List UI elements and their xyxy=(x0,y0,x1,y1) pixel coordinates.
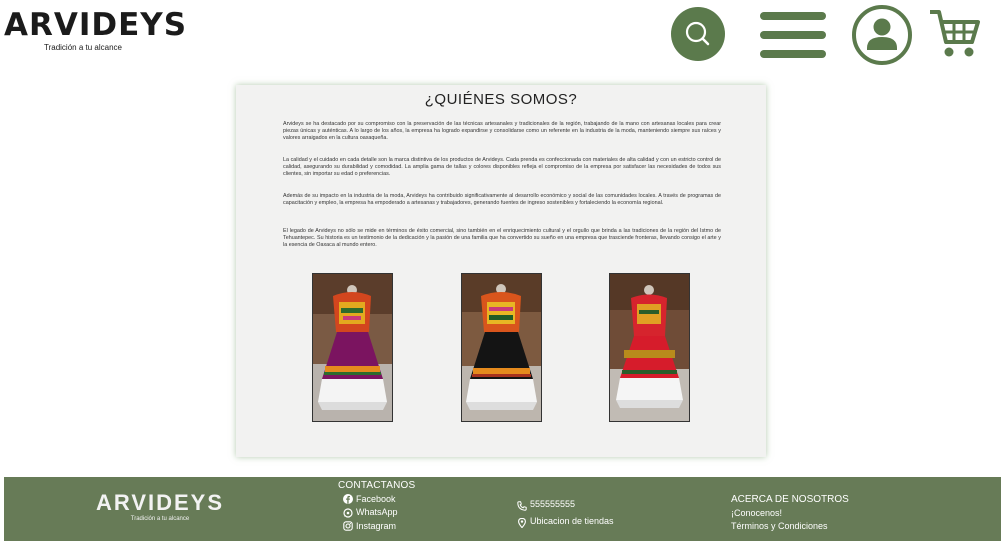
facebook-icon xyxy=(343,494,353,505)
site-header: ARVIDEYS Tradición a tu alcance xyxy=(0,0,1001,80)
whatsapp-link[interactable]: WhatsApp xyxy=(338,506,415,520)
dress-photo-purple xyxy=(312,273,393,422)
stores-link[interactable]: Ubicacion de tiendas xyxy=(512,513,614,530)
whatsapp-icon xyxy=(343,508,353,518)
footer-logo-text: ARVIDEYS xyxy=(95,490,225,515)
menu-icon[interactable] xyxy=(759,10,829,60)
facebook-link[interactable]: Facebook xyxy=(338,493,415,507)
contact-heading: CONTACTANOS xyxy=(338,480,416,491)
page-title: ¿QUIÉNES SOMOS? xyxy=(424,91,578,108)
stores-label: Ubicacion de tiendas xyxy=(530,516,614,526)
site-footer: ARVIDEYS Tradición a tu alcance CONTACTA… xyxy=(4,477,1001,541)
footer-logo-tagline: Tradición a tu alcance xyxy=(130,516,190,522)
user-icon[interactable] xyxy=(850,3,914,67)
about-heading: ACERCA DE NOSOTROS xyxy=(731,494,849,505)
logo-tagline: Tradición a tu alcance xyxy=(44,43,122,52)
footer-logo[interactable]: ARVIDEYS Tradición a tu alcance xyxy=(80,490,240,523)
phone-label: 555555555 xyxy=(530,499,576,509)
instagram-icon xyxy=(343,521,353,531)
about-paragraph: Arvideys se ha destacado por su compromi… xyxy=(283,121,721,142)
terms-link[interactable]: Términos y Condiciones xyxy=(731,520,849,534)
about-link[interactable]: ¡Conocenos! xyxy=(731,507,849,521)
footer-info: 555555555 Ubicacion de tiendas xyxy=(512,496,614,530)
about-paragraph: La calidad y el cuidado en cada detalle … xyxy=(283,157,721,178)
instagram-link[interactable]: Instagram xyxy=(338,520,415,534)
phone-link[interactable]: 555555555 xyxy=(512,496,614,513)
about-paragraph: El legado de Arvideys no sólo se mide en… xyxy=(283,228,721,249)
instagram-label: Instagram xyxy=(356,520,397,531)
facebook-label: Facebook xyxy=(356,493,396,504)
logo-text: ARVIDEYS xyxy=(4,7,188,43)
dress-photo-red xyxy=(609,273,690,422)
site-logo[interactable]: ARVIDEYS Tradición a tu alcance xyxy=(4,7,188,52)
phone-icon xyxy=(517,500,527,511)
footer-about: ACERCA DE NOSOTROS ¡Conocenos! Términos … xyxy=(731,493,849,534)
location-pin-icon xyxy=(517,517,527,528)
whatsapp-label: WhatsApp xyxy=(356,507,398,517)
about-card: ¿QUIÉNES SOMOS? Arvideys se ha destacado… xyxy=(236,85,766,457)
about-paragraph: Además de su impacto en la industria de … xyxy=(283,193,721,207)
cart-icon[interactable] xyxy=(927,6,983,62)
footer-contact: CONTACTANOS Facebook WhatsApp Instagram xyxy=(338,479,415,533)
dress-photo-black xyxy=(461,273,542,422)
search-icon[interactable] xyxy=(671,7,725,61)
